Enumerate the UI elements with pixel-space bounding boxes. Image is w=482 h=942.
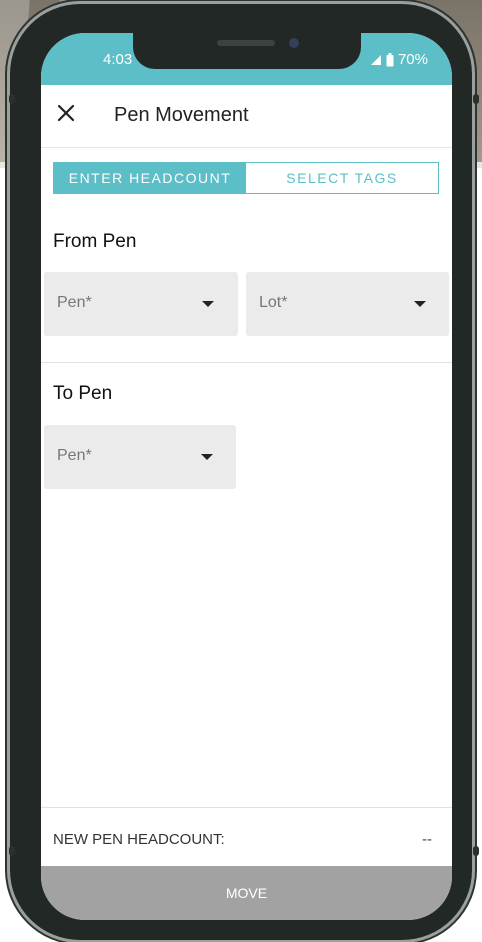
notch-camera: [289, 38, 299, 48]
from-lot-placeholder: Lot*: [259, 294, 288, 311]
chevron-down-icon: [202, 301, 214, 307]
status-indicators: 70%: [370, 51, 428, 68]
chevron-down-icon: [414, 301, 426, 307]
phone-notch: [133, 33, 361, 69]
phone-side-button: [9, 94, 15, 104]
from-pen-select[interactable]: Pen*: [44, 272, 238, 336]
tab-enter-headcount[interactable]: ENTER HEADCOUNT: [54, 163, 246, 193]
chevron-down-icon: [201, 454, 213, 460]
to-pen-heading: To Pen: [53, 383, 113, 404]
close-icon[interactable]: [56, 103, 76, 123]
move-button[interactable]: MOVE: [41, 866, 452, 920]
section-divider: [41, 362, 452, 363]
to-pen-select[interactable]: Pen*: [44, 425, 236, 489]
app-bar: Pen Movement: [41, 85, 452, 148]
headcount-summary: NEW PEN HEADCOUNT: --: [41, 807, 452, 867]
app-screen: 4:03 70% Pen Movement ENTER HEADCOUNT SE…: [41, 33, 452, 920]
page-title: Pen Movement: [114, 104, 249, 126]
phone-side-button: [9, 846, 15, 856]
status-time: 4:03: [103, 51, 133, 68]
mode-toggle: ENTER HEADCOUNT SELECT TAGS: [53, 162, 439, 194]
battery-level: 70%: [397, 51, 428, 68]
phone-side-button: [473, 94, 479, 104]
battery-icon: [386, 52, 394, 66]
signal-icon: [370, 54, 381, 65]
from-pen-placeholder: Pen*: [57, 294, 92, 311]
tab-select-tags[interactable]: SELECT TAGS: [246, 163, 438, 193]
phone-side-button: [473, 846, 479, 856]
to-pen-placeholder: Pen*: [57, 447, 92, 464]
notch-speaker: [217, 40, 275, 46]
new-pen-headcount-label: NEW PEN HEADCOUNT:: [53, 831, 225, 848]
new-pen-headcount-value: --: [422, 831, 432, 848]
from-lot-select[interactable]: Lot*: [246, 272, 449, 336]
from-pen-heading: From Pen: [53, 231, 137, 252]
